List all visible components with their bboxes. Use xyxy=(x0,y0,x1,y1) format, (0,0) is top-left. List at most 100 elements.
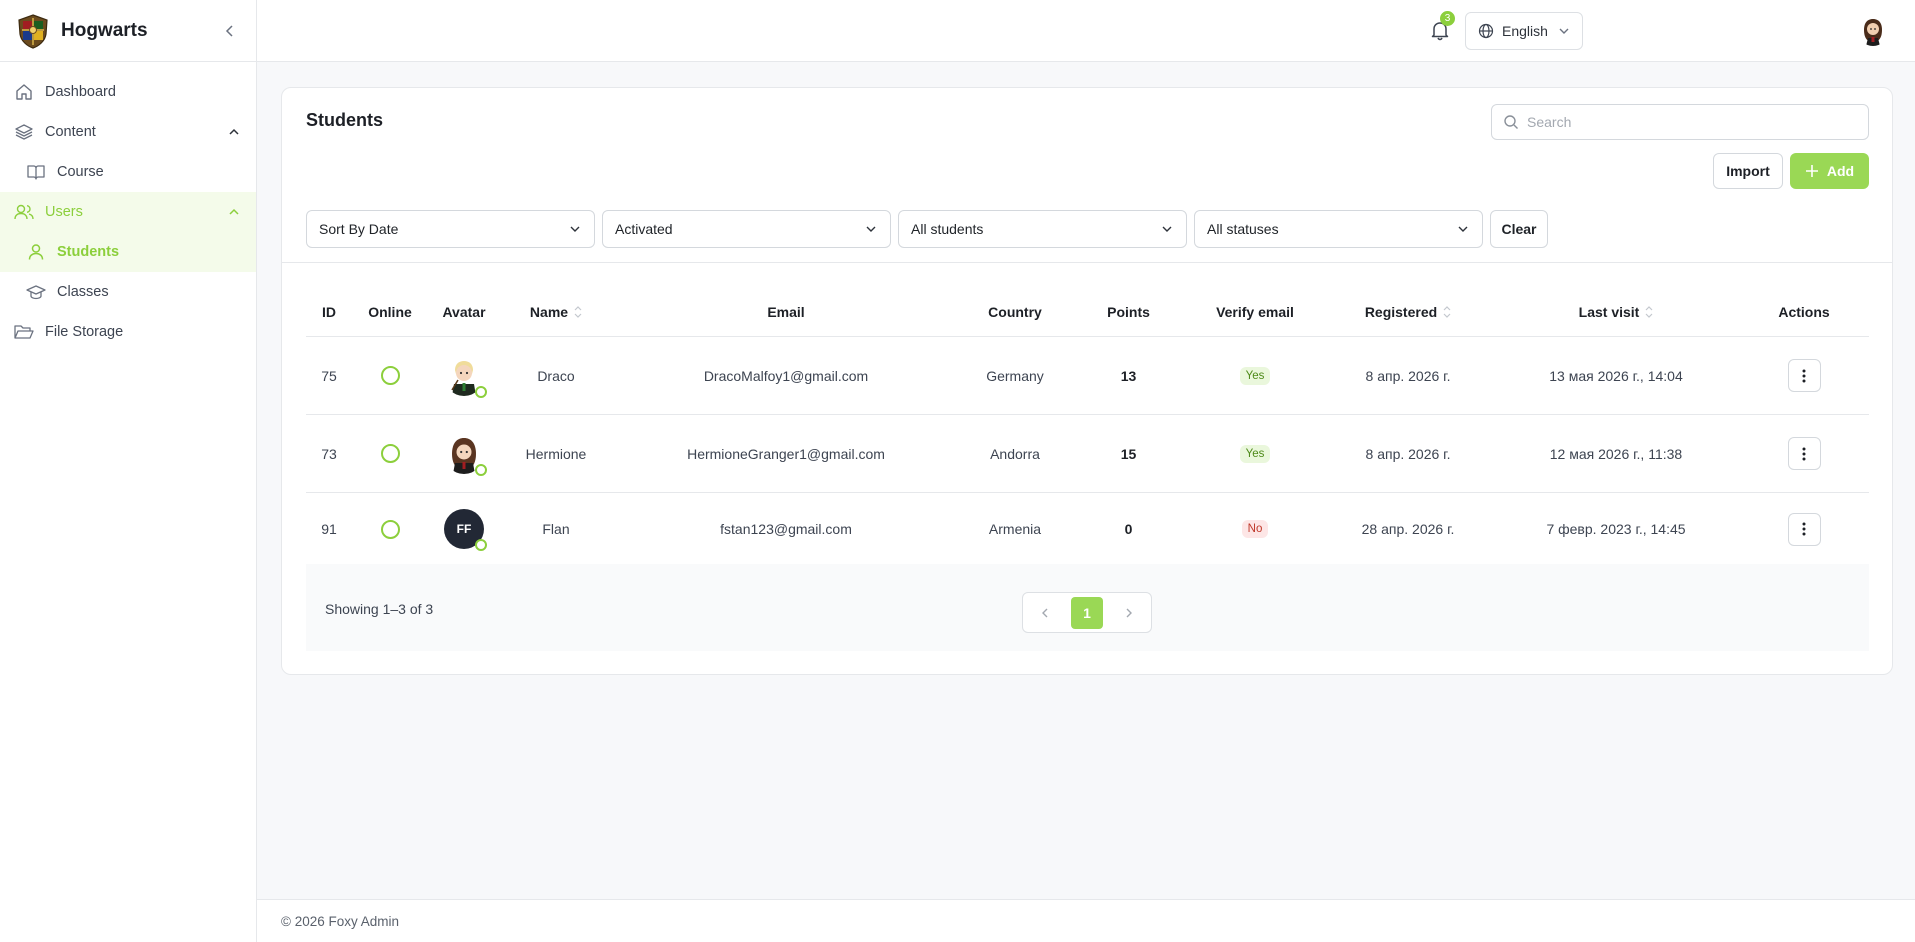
col-country: Country xyxy=(988,303,1042,320)
avatar-status-dot xyxy=(475,539,487,551)
language-select[interactable]: English xyxy=(1465,12,1583,50)
chevron-up-icon xyxy=(226,124,242,140)
cell-id: 73 xyxy=(321,445,337,462)
status-select-value: All statuses xyxy=(1207,221,1279,237)
row-actions-button[interactable] xyxy=(1787,437,1821,470)
cell-name: Flan xyxy=(542,521,570,537)
chevron-left-icon xyxy=(225,24,233,37)
layers-icon xyxy=(14,122,34,142)
collapse-sidebar-button[interactable] xyxy=(218,19,242,43)
sort-icon[interactable] xyxy=(574,305,582,319)
sidebar-item-file-storage[interactable]: File Storage xyxy=(0,312,256,352)
table-row[interactable]: 73 Hermione HermioneGranger1@gmail.com A… xyxy=(306,415,1869,493)
cell-email: fstan123@gmail.com xyxy=(720,521,852,537)
cell-avatar xyxy=(428,355,500,398)
search-icon xyxy=(1504,115,1518,129)
sidebar-item-label: Users xyxy=(45,204,83,220)
col-name-label: Name xyxy=(529,303,569,320)
students-card: Students Import Add Sort By Date Activat… xyxy=(281,87,1893,675)
cell-verify-email: Yes xyxy=(1187,444,1323,463)
col-name[interactable]: Name xyxy=(500,304,612,320)
home-icon xyxy=(14,82,34,102)
copyright-text: © 2026 Foxy Admin xyxy=(281,914,400,929)
cell-points: 0 xyxy=(1124,521,1133,537)
page-1-button[interactable]: 1 xyxy=(1071,596,1103,629)
col-avatar: Avatar xyxy=(442,303,486,320)
chevron-left-icon xyxy=(1042,608,1048,617)
user-avatar[interactable] xyxy=(1858,16,1888,46)
chevron-right-icon xyxy=(1126,608,1132,617)
online-status-indicator xyxy=(380,444,400,463)
avatar-status-dot xyxy=(475,463,487,476)
col-registered[interactable]: Registered xyxy=(1323,304,1493,320)
cell-last-visit: 7 февр. 2023 г., 14:45 xyxy=(1546,521,1686,537)
sidebar-item-users[interactable]: Users xyxy=(0,192,256,232)
next-page-button[interactable] xyxy=(1121,605,1137,621)
cell-country: Armenia xyxy=(988,521,1042,537)
sidebar-item-label: Content xyxy=(45,124,96,140)
sidebar-item-course[interactable]: Course xyxy=(0,152,256,192)
folder-open-icon xyxy=(14,322,34,342)
cell-name: Hermione xyxy=(525,445,587,462)
cell-registered: 8 апр. 2026 г. xyxy=(1365,445,1451,462)
cell-registered: 8 апр. 2026 г. xyxy=(1365,367,1451,384)
cell-id: 75 xyxy=(321,367,337,384)
add-button[interactable]: Add xyxy=(1790,153,1869,189)
cell-id: 91 xyxy=(321,521,337,537)
chevron-up-icon xyxy=(226,204,242,220)
more-vertical-icon xyxy=(1802,447,1806,460)
search-box[interactable] xyxy=(1491,104,1869,140)
cell-last-visit: 13 мая 2026 г., 14:04 xyxy=(1549,367,1683,384)
sort-select[interactable]: Sort By Date xyxy=(306,210,595,248)
cell-email: HermioneGranger1@gmail.com xyxy=(687,445,885,462)
activation-select[interactable]: Activated xyxy=(602,210,891,248)
sidebar-item-classes[interactable]: Classes xyxy=(0,272,256,312)
table-footer: Showing 1–3 of 3 1 xyxy=(306,564,1869,651)
prev-page-button[interactable] xyxy=(1037,605,1053,621)
chevron-down-icon xyxy=(1160,222,1174,236)
sidebar-item-content[interactable]: Content xyxy=(0,112,256,152)
cell-actions xyxy=(1739,512,1869,546)
avatar-status-dot xyxy=(475,385,487,398)
col-id: ID xyxy=(322,303,336,320)
sort-icon[interactable] xyxy=(1645,305,1653,319)
notification-count-badge: 3 xyxy=(1440,11,1455,26)
divider xyxy=(282,262,1892,263)
status-select[interactable]: All statuses xyxy=(1194,210,1483,248)
clear-filters-button[interactable]: Clear xyxy=(1490,210,1548,248)
sidebar-menu: Dashboard Content Course Users Students … xyxy=(0,62,256,352)
cell-online xyxy=(352,519,428,539)
col-last-visit[interactable]: Last visit xyxy=(1493,304,1739,320)
chevron-down-icon xyxy=(1559,28,1569,34)
user-icon xyxy=(26,242,46,262)
plus-icon xyxy=(1805,165,1818,177)
cell-last-visit: 12 мая 2026 г., 11:38 xyxy=(1549,445,1683,462)
page-title: Students xyxy=(306,110,384,130)
sidebar: Hogwarts Dashboard Content Course Users … xyxy=(0,0,257,942)
brand-name: Hogwarts xyxy=(61,19,148,41)
chevron-down-icon xyxy=(568,222,582,236)
import-button[interactable]: Import xyxy=(1713,153,1783,189)
brand-header: Hogwarts xyxy=(0,0,256,62)
cell-country: Andorra xyxy=(990,445,1040,462)
online-status-indicator xyxy=(380,366,400,385)
add-button-label: Add xyxy=(1826,163,1855,179)
table-row[interactable]: 91 FF Flan fstan123@gmail.com Armenia 0 … xyxy=(306,493,1869,566)
sort-select-value: Sort By Date xyxy=(319,221,399,237)
row-actions-button[interactable] xyxy=(1787,512,1821,546)
sidebar-item-dashboard[interactable]: Dashboard xyxy=(0,72,256,112)
sidebar-item-label: Dashboard xyxy=(45,84,116,100)
students-filter-select[interactable]: All students xyxy=(898,210,1187,248)
sort-icon[interactable] xyxy=(1443,305,1451,319)
cell-actions xyxy=(1739,359,1869,392)
table-row[interactable]: 75 Draco DracoMalfoy1@gmail.com Germany … xyxy=(306,337,1869,415)
search-input[interactable] xyxy=(1527,114,1847,130)
row-actions-button[interactable] xyxy=(1787,359,1821,392)
cell-avatar: FF xyxy=(428,509,500,551)
col-actions: Actions xyxy=(1778,303,1830,320)
sidebar-item-students[interactable]: Students xyxy=(0,232,256,272)
sidebar-item-label: Classes xyxy=(57,284,109,300)
verified-badge: Yes xyxy=(1239,366,1271,385)
cell-actions xyxy=(1739,437,1869,470)
sidebar-item-label: File Storage xyxy=(45,324,124,340)
